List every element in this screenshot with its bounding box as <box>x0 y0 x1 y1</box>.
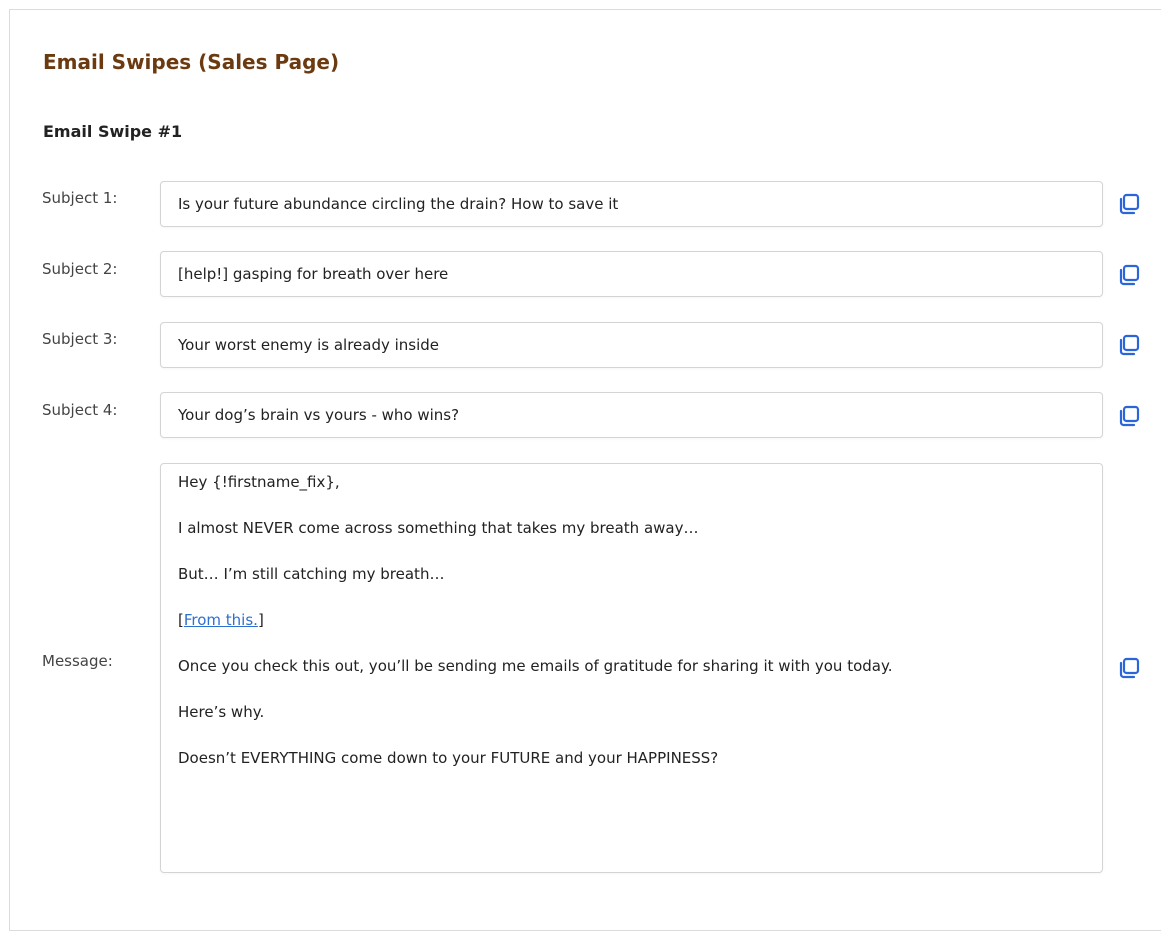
message-link-line: [From this.] <box>178 609 1085 655</box>
message-label: Message: <box>42 652 113 670</box>
subject-3-label: Subject 3: <box>42 330 118 348</box>
copy-subject-2-button[interactable] <box>1117 263 1141 287</box>
copy-subject-4-button[interactable] <box>1117 404 1141 428</box>
message-line: Doesn’t EVERYTHING come down to your FUT… <box>178 749 719 767</box>
copy-message-button[interactable] <box>1117 656 1141 680</box>
subject-1-label: Subject 1: <box>42 189 118 207</box>
subject-4-field[interactable]: Your dog’s brain vs yours - who wins? <box>160 392 1103 438</box>
message-line: I almost NEVER come across something tha… <box>178 519 699 537</box>
message-line: But… I’m still catching my breath… <box>178 565 445 583</box>
link-bracket-close: ] <box>257 611 264 629</box>
subject-1-field[interactable]: Is your future abundance circling the dr… <box>160 181 1103 227</box>
copy-icon <box>1119 264 1140 286</box>
copy-icon <box>1119 657 1140 679</box>
message-field[interactable]: Hey {!firstname_fix}, I almost NEVER com… <box>160 463 1103 873</box>
swipe-title: Email Swipe #1 <box>43 122 183 141</box>
copy-subject-1-button[interactable] <box>1117 192 1141 216</box>
copy-icon <box>1119 193 1140 215</box>
message-line: Here’s why. <box>178 703 265 721</box>
from-this-link[interactable]: From this. <box>184 611 258 629</box>
subject-2-field[interactable]: [help!] gasping for breath over here <box>160 251 1103 297</box>
copy-subject-3-button[interactable] <box>1117 333 1141 357</box>
message-greeting: Hey {!firstname_fix}, <box>178 473 340 491</box>
subject-3-field[interactable]: Your worst enemy is already inside <box>160 322 1103 368</box>
section-title: Email Swipes (Sales Page) <box>43 50 340 74</box>
subject-4-label: Subject 4: <box>42 401 118 419</box>
copy-icon <box>1119 405 1140 427</box>
subject-2-label: Subject 2: <box>42 260 118 278</box>
message-line: Once you check this out, you’ll be sendi… <box>178 657 893 675</box>
copy-icon <box>1119 334 1140 356</box>
email-swipes-panel: Email Swipes (Sales Page) Email Swipe #1… <box>9 9 1161 931</box>
